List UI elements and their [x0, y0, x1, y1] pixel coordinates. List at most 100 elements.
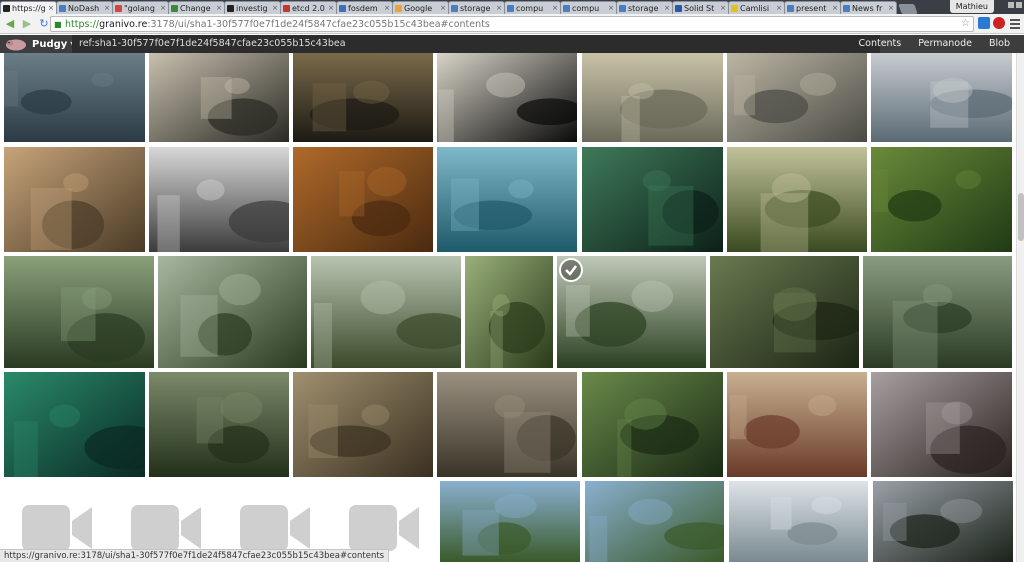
- scrollbar-thumb[interactable]: [1018, 193, 1024, 241]
- photo-thumbnail[interactable]: [727, 147, 867, 252]
- tab-favicon-icon: [563, 4, 570, 12]
- pudgy-logo-icon[interactable]: [4, 37, 28, 51]
- browser-tab[interactable]: investig ×: [224, 1, 281, 14]
- browser-tab[interactable]: News fr ×: [840, 1, 897, 14]
- extension-icon[interactable]: [978, 17, 990, 29]
- photo-thumbnail[interactable]: [158, 256, 307, 368]
- photo-thumbnail[interactable]: [582, 147, 723, 252]
- photo-thumbnail[interactable]: [437, 372, 577, 477]
- nav-permanode[interactable]: Permanode: [918, 35, 972, 53]
- photo-thumbnail[interactable]: [729, 481, 868, 562]
- tab-close-icon[interactable]: ×: [216, 4, 222, 12]
- photo-thumbnail[interactable]: [465, 256, 553, 368]
- tab-close-icon[interactable]: ×: [720, 4, 726, 12]
- tab-close-icon[interactable]: ×: [888, 4, 894, 12]
- extension-record-icon[interactable]: [993, 17, 1005, 29]
- tab-label: present: [796, 3, 827, 13]
- photo-thumbnail[interactable]: [863, 256, 1012, 368]
- browser-tab[interactable]: https://g ×: [0, 1, 57, 14]
- browser-tab[interactable]: Google ×: [392, 1, 449, 14]
- browser-tab[interactable]: Camlisi ×: [728, 1, 785, 14]
- tab-favicon-icon: [283, 4, 290, 12]
- photo-thumbnail[interactable]: [582, 53, 723, 142]
- new-tab-button[interactable]: [898, 4, 918, 14]
- tab-close-icon[interactable]: ×: [160, 4, 166, 12]
- photo-thumbnail[interactable]: [311, 256, 461, 368]
- photo-thumbnail[interactable]: [871, 147, 1012, 252]
- nav-contents[interactable]: Contents: [859, 35, 902, 53]
- page-scrollbar[interactable]: [1016, 53, 1024, 562]
- app-header: Pudgy ▼ ref:sha1-30f577f0e7f1de24f5847cf…: [0, 35, 1024, 53]
- video-camera-icon[interactable]: [22, 501, 92, 555]
- selected-check-icon[interactable]: [559, 258, 583, 282]
- photo-thumbnail[interactable]: [149, 372, 289, 477]
- browser-tab[interactable]: present ×: [784, 1, 841, 14]
- browser-tab[interactable]: NoDash ×: [56, 1, 113, 14]
- tab-label: compu: [516, 3, 544, 13]
- tab-close-icon[interactable]: ×: [608, 4, 614, 12]
- photo-thumbnail[interactable]: [4, 147, 145, 252]
- brand-name[interactable]: Pudgy: [32, 39, 67, 50]
- photo-thumbnail[interactable]: [293, 147, 433, 252]
- photo-thumbnail[interactable]: [4, 372, 145, 477]
- tab-close-icon[interactable]: ×: [832, 4, 838, 12]
- tab-close-icon[interactable]: ×: [104, 4, 110, 12]
- browser-tab[interactable]: storage ×: [448, 1, 505, 14]
- browser-menu-icon[interactable]: [1010, 18, 1020, 30]
- tab-label: etcd 2.0: [292, 3, 325, 13]
- tab-close-icon[interactable]: ×: [328, 4, 334, 12]
- nav-blob[interactable]: Blob: [989, 35, 1010, 53]
- minimize-icon[interactable]: [1008, 2, 1014, 8]
- tab-favicon-icon: [619, 4, 626, 12]
- photo-thumbnail[interactable]: [4, 53, 145, 142]
- photo-thumbnail[interactable]: [440, 481, 580, 562]
- tab-close-icon[interactable]: ×: [496, 4, 502, 12]
- reload-icon[interactable]: ↻: [37, 17, 51, 31]
- photo-thumbnail[interactable]: [873, 481, 1013, 562]
- photo-thumbnail[interactable]: [727, 372, 867, 477]
- video-camera-icon[interactable]: [131, 501, 201, 555]
- profile-user-button[interactable]: Mathieu: [949, 0, 994, 13]
- browser-tab[interactable]: storage ×: [616, 1, 673, 14]
- photo-thumbnail[interactable]: [710, 256, 859, 368]
- browser-tab[interactable]: fosdem ×: [336, 1, 393, 14]
- browser-tab[interactable]: etcd 2.0 ×: [280, 1, 337, 14]
- browser-tab[interactable]: compu ×: [560, 1, 617, 14]
- tab-label: Google: [404, 3, 433, 13]
- tab-close-icon[interactable]: ×: [272, 4, 278, 12]
- browser-tab[interactable]: Change ×: [168, 1, 225, 14]
- tab-favicon-icon: [115, 4, 122, 12]
- tab-close-icon[interactable]: ×: [664, 4, 670, 12]
- lock-icon: ■: [54, 19, 62, 29]
- browser-tab[interactable]: compu ×: [504, 1, 561, 14]
- browser-tab[interactable]: "golang ×: [112, 1, 169, 14]
- photo-thumbnail[interactable]: [437, 147, 577, 252]
- photo-thumbnail[interactable]: [871, 372, 1012, 477]
- maximize-icon[interactable]: [1016, 2, 1022, 8]
- video-camera-icon[interactable]: [240, 501, 310, 555]
- photo-thumbnail[interactable]: [871, 53, 1012, 142]
- tab-close-icon[interactable]: ×: [552, 4, 558, 12]
- tab-close-icon[interactable]: ×: [384, 4, 390, 12]
- forward-arrow-icon[interactable]: ▶: [20, 17, 34, 31]
- photo-thumbnail[interactable]: [582, 372, 723, 477]
- photo-thumbnail[interactable]: [293, 372, 433, 477]
- photo-thumbnail[interactable]: [437, 53, 577, 142]
- tab-close-icon[interactable]: ×: [776, 4, 782, 12]
- browser-tab[interactable]: Solid St ×: [672, 1, 729, 14]
- tab-label: Camlisi: [740, 3, 770, 13]
- tab-close-icon[interactable]: ×: [48, 4, 54, 12]
- address-bar[interactable]: ■ https://granivo.re:3178/ui/sha1-30f577…: [50, 16, 974, 32]
- photo-thumbnail[interactable]: [293, 53, 433, 142]
- photo-thumbnail[interactable]: [585, 481, 724, 562]
- tab-close-icon[interactable]: ×: [440, 4, 446, 12]
- photo-thumbnail[interactable]: [149, 53, 289, 142]
- photo-thumbnail[interactable]: [4, 256, 154, 368]
- photo-thumbnail[interactable]: [727, 53, 867, 142]
- back-arrow-icon[interactable]: ◀: [3, 17, 17, 31]
- photo-thumbnail[interactable]: [557, 256, 706, 368]
- bookmark-star-icon[interactable]: ☆: [961, 18, 970, 29]
- video-camera-icon[interactable]: [349, 501, 419, 555]
- ref-display: ref:sha1-30f577f0e7f1de24f5847cfae23c055…: [72, 35, 880, 53]
- photo-thumbnail[interactable]: [149, 147, 289, 252]
